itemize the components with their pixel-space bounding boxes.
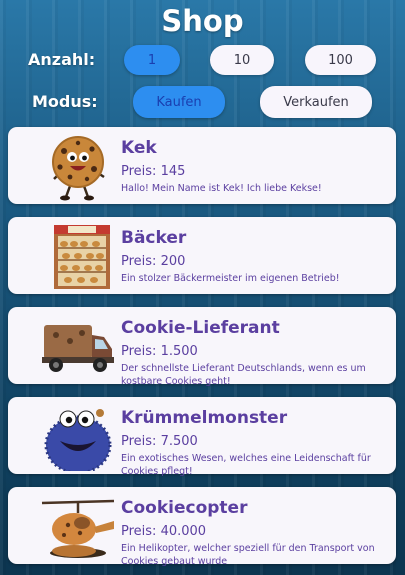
shop-item-cookiecopter[interactable]: Cookiecopter Preis: 40.000 Ein Helikopte… bbox=[8, 487, 396, 567]
item-name: Bäcker bbox=[121, 228, 187, 248]
item-price: Preis: 1.500 bbox=[121, 344, 198, 359]
shop-item-kek[interactable]: Kek Preis: 145 Hallo! Mein Name ist Kek!… bbox=[8, 127, 396, 204]
modus-label: Modus: bbox=[32, 92, 98, 111]
cookie-character-image bbox=[34, 131, 120, 201]
anzahl-option-1[interactable]: 1 bbox=[124, 45, 180, 75]
item-price: Preis: 7.500 bbox=[121, 434, 198, 449]
item-price: Preis: 145 bbox=[121, 164, 186, 179]
item-description: Ein exotisches Wesen, welches eine Leide… bbox=[121, 453, 371, 477]
shop-item-baecker[interactable]: Bäcker Preis: 200 Ein stolzer Bäckermeis… bbox=[8, 217, 396, 294]
modus-kaufen-button[interactable]: Kaufen bbox=[133, 86, 225, 118]
shop-item-kruemmelmonster[interactable]: Krümmelmonster Preis: 7.500 Ein exotisch… bbox=[8, 397, 396, 477]
item-price: Preis: 200 bbox=[121, 254, 186, 269]
item-description: Hallo! Mein Name ist Kek! Ich liebe Keks… bbox=[121, 183, 322, 194]
item-name: Kek bbox=[121, 138, 157, 158]
item-name: Cookiecopter bbox=[121, 498, 248, 518]
shop-item-cookie-lieferant[interactable]: Cookie-Lieferant Preis: 1.500 Der schnel… bbox=[8, 307, 396, 387]
cookie-monster-image bbox=[34, 401, 120, 471]
page-title: Shop bbox=[161, 4, 244, 38]
bakery-shop-image bbox=[34, 221, 120, 291]
cookie-helicopter-image bbox=[34, 491, 120, 561]
anzahl-option-10[interactable]: 10 bbox=[210, 45, 274, 75]
modus-verkaufen-button[interactable]: Verkaufen bbox=[260, 86, 372, 118]
item-description: Ein Helikopter, welcher speziell für den… bbox=[121, 543, 375, 567]
item-price: Preis: 40.000 bbox=[121, 524, 207, 539]
item-description: Ein stolzer Bäckermeister im eigenen Bet… bbox=[121, 273, 340, 284]
item-description: Der schnellste Lieferant Deutschlands, w… bbox=[121, 363, 366, 387]
item-name: Cookie-Lieferant bbox=[121, 318, 280, 338]
anzahl-label: Anzahl: bbox=[28, 50, 96, 69]
delivery-truck-image bbox=[34, 311, 120, 381]
anzahl-option-100[interactable]: 100 bbox=[305, 45, 376, 75]
item-name: Krümmelmonster bbox=[121, 408, 288, 428]
